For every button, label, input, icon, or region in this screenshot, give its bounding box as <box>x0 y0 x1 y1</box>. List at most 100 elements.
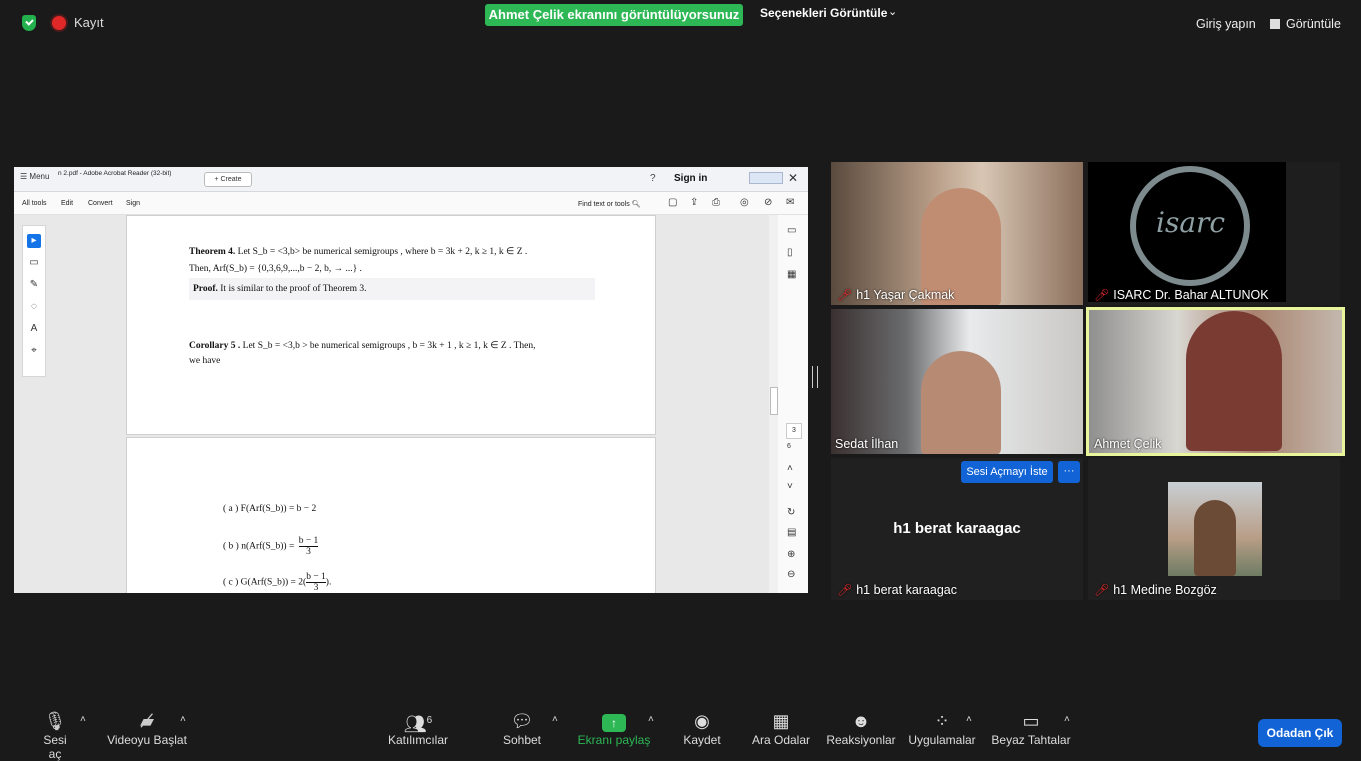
share-options-caret-icon[interactable]: ˄ <box>648 714 654 725</box>
link-icon[interactable]: ⊘ <box>764 197 772 208</box>
participant-name-label: h1 Medine Bozgöz <box>1113 583 1217 597</box>
acrobat-create-button[interactable]: + Create <box>204 172 252 187</box>
acrobat-tab-title[interactable]: n 2.pdf - Adobe Acrobat Reader (32-bit) <box>58 170 171 177</box>
select-tool-icon[interactable]: ▸ <box>27 234 41 248</box>
breakout-rooms-icon: ▦ <box>772 711 790 731</box>
record-icon: ◉ <box>694 711 710 731</box>
chat-button[interactable]: 💬︎ Sohbet <box>500 709 544 747</box>
corollary-5-label: Corollary 5 . <box>189 341 241 351</box>
tool-all-tools[interactable]: All tools <box>22 200 47 207</box>
participant-name-label: Sedat İlhan <box>835 437 899 451</box>
share-screen-icon: ↑ <box>576 709 652 733</box>
record-label: Kaydet <box>683 733 721 747</box>
video-off-icon: ▰̸ <box>140 711 154 731</box>
participant-name-label: Ahmet Çelik <box>1094 437 1162 451</box>
breakout-rooms-button[interactable]: ▦ Ara Odalar <box>750 709 812 747</box>
theorem-4-line: Theorem 4. Let S_b = <3,b> be numerical … <box>189 246 527 257</box>
apps-options-caret-icon[interactable]: ˄ <box>966 714 972 725</box>
share-screen-label: Ekranı paylaş <box>577 733 651 747</box>
security-shield-icon[interactable] <box>22 15 36 31</box>
whiteboard-button[interactable]: ▭ Beyaz Tahtalar <box>990 709 1072 747</box>
corollary-5-cont: we have <box>189 356 221 366</box>
comment-tool-icon[interactable]: ▭ <box>27 256 41 270</box>
document-scrollbar[interactable] <box>769 215 778 593</box>
unmute-button[interactable]: 🎙︎ Sesi aç <box>36 709 74 761</box>
chat-options-caret-icon[interactable]: ˄ <box>552 714 558 725</box>
sign-in-link[interactable]: Giriş yapın <box>1196 17 1256 31</box>
avatar <box>1194 500 1236 576</box>
participant-video-silhouette <box>1186 311 1282 451</box>
audio-options-caret-icon[interactable]: ˄ <box>80 714 86 725</box>
participant-name-label: ISARC Dr. Bahar ALTUNOK <box>1113 288 1269 302</box>
participant-name: 🎤︎ h1 Medine Bozgöz <box>1094 583 1217 597</box>
acrobat-menu[interactable]: ☰ Menu <box>20 172 49 181</box>
rotate-icon[interactable]: ↻ <box>787 507 795 518</box>
current-page-box[interactable]: 3 <box>786 423 802 439</box>
participant-name-label: h1 berat karaagac <box>856 583 957 597</box>
video-tile[interactable]: Sedat İlhan <box>831 309 1083 454</box>
view-options-button[interactable]: Seçenekleri Görüntüle <box>760 6 887 20</box>
pen-tool-icon[interactable]: ✎ <box>27 278 41 292</box>
video-tile[interactable]: isarc 🎤︎ ISARC Dr. Bahar ALTUNOK <box>1088 162 1340 305</box>
tool-edit[interactable]: Edit <box>61 200 73 207</box>
reactions-button[interactable]: ☻ Reaksiyonlar <box>826 709 896 747</box>
video-tile[interactable]: 🎤︎ h1 Yaşar Çakmak <box>831 162 1083 305</box>
panel-splitter[interactable] <box>812 366 818 388</box>
shared-screen-acrobat: ☰ Menu n 2.pdf - Adobe Acrobat Reader (3… <box>14 167 808 593</box>
save-icon[interactable]: ▢ <box>668 197 677 208</box>
share-icon[interactable]: ◎ <box>740 197 749 208</box>
mic-muted-icon: 🎤︎ <box>1094 288 1110 302</box>
close-icon[interactable]: ✕ <box>788 171 798 185</box>
participant-big-name: h1 berat karaagac <box>893 520 1021 537</box>
isarc-logo-wordmark: isarc <box>1156 206 1226 239</box>
view-button[interactable]: Görüntüle <box>1270 17 1341 31</box>
more-options-button[interactable]: ··· <box>1058 461 1080 483</box>
leave-meeting-button[interactable]: Odadan Çık <box>1258 719 1342 747</box>
recording-icon <box>52 16 66 30</box>
bookmark-icon[interactable]: ▯ <box>787 247 793 258</box>
video-tile[interactable]: Sesi Açmayı İste ··· h1 berat karaagac 🎤… <box>831 458 1083 600</box>
top-bar: Kayıt Ahmet Çelik ekranını görüntülüyors… <box>0 0 1361 48</box>
start-video-button[interactable]: ▰̸ Videoyu Başlat <box>106 709 188 747</box>
chevron-down-icon[interactable]: ⌄ <box>888 5 897 18</box>
chevron-down-icon[interactable]: ˅ <box>787 481 793 492</box>
right-tools-panel: ▭ ▯ ▦ 3 6 ˄ ˅ ↻ ▤ ⊕ ⊖ <box>778 215 808 593</box>
request-unmute-button[interactable]: Sesi Açmayı İste <box>961 461 1053 483</box>
participant-name: 🎤︎ h1 berat karaagac <box>837 583 957 597</box>
page-fit-icon[interactable]: ▤ <box>787 527 796 538</box>
stamp-tool-icon[interactable]: ⌖ <box>27 344 41 358</box>
participant-name: 🎤︎ ISARC Dr. Bahar ALTUNOK <box>1094 288 1269 302</box>
item-b-lhs: ( b ) n(Arf(S_b)) = <box>223 541 295 552</box>
mail-icon[interactable]: ✉ <box>786 197 794 208</box>
comment-icon[interactable]: ▭ <box>787 225 796 236</box>
acrobat-sign-in[interactable]: Sign in <box>674 173 707 184</box>
share-screen-button[interactable]: ↑ Ekranı paylaş <box>576 709 652 747</box>
tool-convert[interactable]: Convert <box>88 200 113 207</box>
tool-sign[interactable]: Sign <box>126 200 140 207</box>
zoom-in-icon[interactable]: ⊕ <box>787 549 795 560</box>
text-tool-icon[interactable]: A <box>27 322 41 336</box>
reactions-icon: ☻ <box>851 711 871 731</box>
video-tile-active-speaker[interactable]: Ahmet Çelik <box>1086 307 1345 456</box>
participants-button[interactable]: 👥︎6 Katılımcılar <box>380 709 456 747</box>
left-tools-panel: ▸ ▭ ✎ ◌ A ⌖ <box>22 225 46 377</box>
record-button[interactable]: ◉ Kaydet <box>680 709 724 747</box>
video-tile[interactable]: 🎤︎ h1 Medine Bozgöz <box>1088 458 1340 600</box>
chevron-up-icon[interactable]: ˄ <box>787 463 793 474</box>
find-label: Find text or tools <box>578 201 630 208</box>
item-b: ( b ) n(Arf(S_b)) = b − 1 3 <box>223 536 319 557</box>
print-icon[interactable]: ⎙ <box>712 197 720 208</box>
video-options-caret-icon[interactable]: ˄ <box>180 714 186 725</box>
grid-view-icon <box>1270 19 1280 29</box>
theorem-4-label: Theorem 4. <box>189 247 236 257</box>
zoom-out-icon[interactable]: ⊖ <box>787 569 795 580</box>
upload-icon[interactable]: ⇪ <box>690 197 698 208</box>
window-controls[interactable] <box>749 172 783 184</box>
thumbnails-icon[interactable]: ▦ <box>787 269 796 280</box>
help-icon[interactable]: ? <box>650 173 656 184</box>
participant-video-silhouette <box>921 351 1001 454</box>
scrollbar-thumb[interactable] <box>770 387 778 415</box>
whiteboard-options-caret-icon[interactable]: ˄ <box>1064 714 1070 725</box>
find-text-field[interactable]: Find text or tools 🔍︎ <box>578 200 641 208</box>
shape-tool-icon[interactable]: ◌ <box>27 300 41 314</box>
